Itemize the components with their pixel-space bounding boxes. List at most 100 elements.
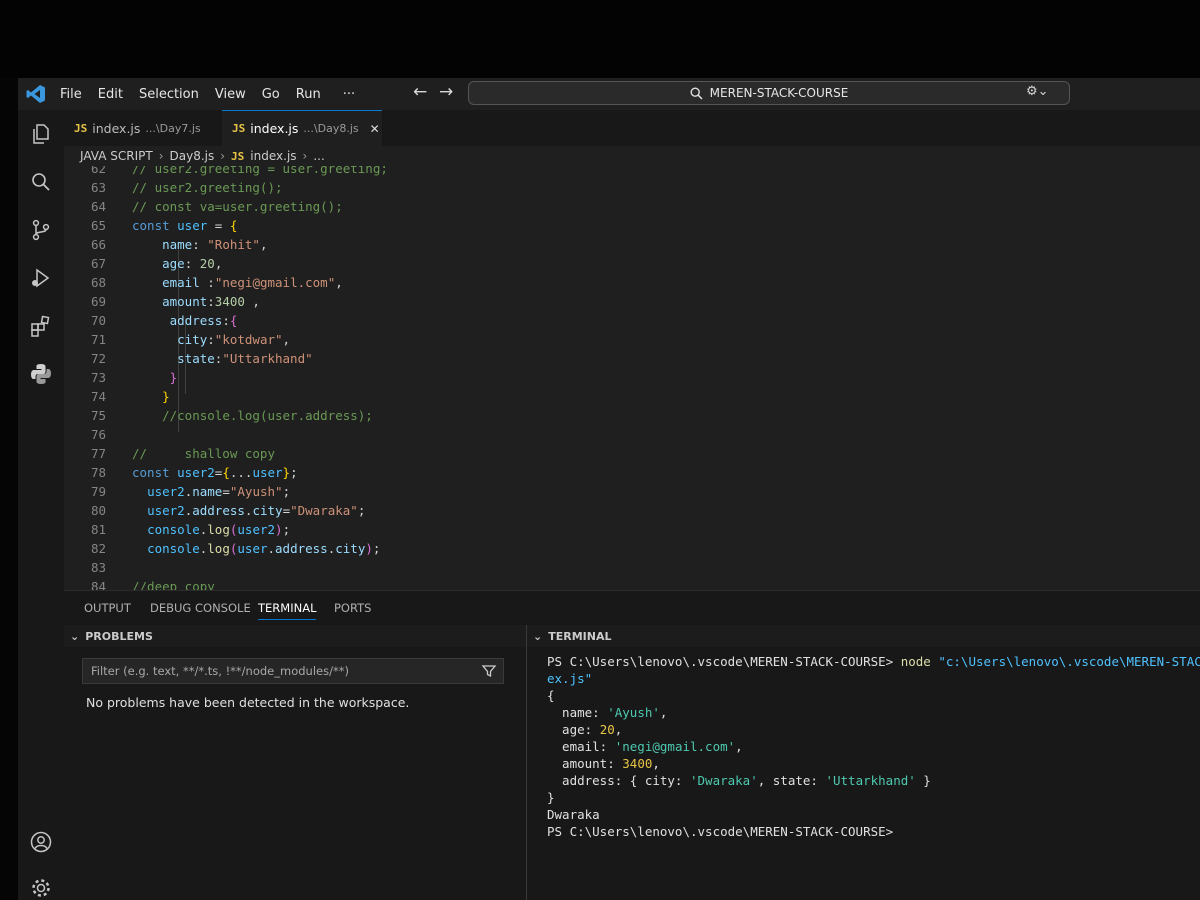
breadcrumb-file[interactable]: index.js [250, 149, 296, 163]
line-number: 63 [90, 180, 106, 195]
code-line[interactable]: 73 } [64, 368, 177, 387]
line-number: 71 [90, 332, 106, 347]
code-token: user [177, 218, 208, 233]
code-token: ; [282, 522, 291, 537]
search-view-icon[interactable] [29, 170, 53, 194]
back-arrow-icon[interactable]: ← [413, 82, 427, 102]
code-line[interactable]: 75 //console.log(user.address); [64, 406, 373, 425]
tab-terminal[interactable]: TERMINAL [258, 601, 317, 620]
terminal-token: age: [547, 722, 600, 737]
python-icon[interactable] [29, 362, 53, 386]
settings-gear-icon[interactable] [29, 876, 53, 900]
filter-icon[interactable] [481, 663, 497, 679]
line-number: 83 [90, 560, 106, 575]
accounts-icon[interactable] [29, 830, 53, 854]
tab-day7-index[interactable]: JS index.js ...\Day7.js [64, 110, 218, 146]
problems-pane: ⌄ PROBLEMS Filter (e.g. text, **/*.ts, !… [64, 625, 526, 900]
code-token: . [184, 503, 193, 518]
menu-selection[interactable]: Selection [139, 87, 199, 102]
code-token: address [169, 313, 223, 328]
terminal-header[interactable]: ⌄ TERMINAL [527, 625, 1200, 647]
code-line[interactable]: 76 [64, 425, 132, 444]
code-token: { [222, 465, 230, 480]
code-line[interactable]: 80 user2. address. city = "Dwaraka"; [64, 501, 365, 520]
code-line[interactable]: 70 address:{ [64, 311, 237, 330]
code-token: } [162, 389, 170, 404]
tab-day8-index[interactable]: JS index.js ...\Day8.js ✕ [222, 110, 382, 146]
code-line[interactable]: 64 // const va=user.greeting(); [64, 197, 343, 216]
code-token: } [169, 370, 178, 385]
breadcrumb-more[interactable]: ... [313, 149, 324, 163]
problems-header[interactable]: ⌄ PROBLEMS [64, 625, 526, 647]
breadcrumb-folder[interactable]: JAVA SCRIPT [80, 149, 153, 163]
line-number: 84 [90, 579, 106, 590]
line-number: 68 [90, 275, 106, 290]
code-token: . [267, 541, 276, 556]
code-line[interactable]: 63 // user2.greeting(); [64, 178, 283, 197]
code-line[interactable]: 77 // shallow copy [64, 444, 275, 463]
breadcrumb-subfolder[interactable]: Day8.js [170, 149, 215, 163]
code-token: . [327, 541, 336, 556]
code-token: , [244, 294, 260, 309]
code-token: { [229, 313, 238, 328]
code-token: "kotdwar" [214, 332, 283, 347]
code-line[interactable]: 66 name: "Rohit", [64, 235, 268, 254]
code-line[interactable]: 83 [64, 558, 132, 577]
forward-arrow-icon[interactable]: → [439, 82, 453, 102]
code-token: "Uttarkhand" [222, 351, 313, 366]
terminal-line: email: 'negi@gmail.com', [547, 739, 743, 756]
terminal-token: PS C:\Users\lenovo\.vscode\MEREN-STACK-C… [547, 824, 894, 839]
code-editor[interactable]: 62 // user2.greeting = user.greeting; 63 //… [64, 166, 1200, 590]
tab-ports[interactable]: PORTS [334, 601, 371, 615]
panel-tab-bar: OUTPUT DEBUG CONSOLE TERMINAL PORTS [64, 590, 1200, 626]
menu-edit[interactable]: Edit [98, 87, 123, 102]
code-token: ( [229, 522, 238, 537]
source-control-icon[interactable] [29, 218, 53, 242]
copilot-icon[interactable]: ⚙⌄ [1026, 84, 1049, 99]
menu-view[interactable]: View [215, 87, 246, 102]
code-token: ; [290, 465, 298, 480]
terminal-pane[interactable]: ⌄ TERMINAL PS C:\Users\lenovo\.vscode\ME… [527, 625, 1200, 900]
code-line[interactable]: 81 console. log(user2); [64, 520, 290, 539]
code-line[interactable]: 67 age: 20, [64, 254, 222, 273]
run-debug-icon[interactable] [29, 266, 53, 290]
menu-more[interactable]: ··· [343, 87, 355, 102]
terminal-token: Dwaraka [547, 807, 600, 822]
code-token: : [184, 256, 200, 271]
terminal-line: amount: 3400, [547, 756, 660, 773]
js-file-icon: JS [231, 149, 245, 163]
code-line[interactable]: 82 console. log(user. address. city); [64, 539, 380, 558]
tab-debug-console[interactable]: DEBUG CONSOLE [150, 601, 251, 615]
line-number: 78 [90, 465, 106, 480]
code-line[interactable]: 74 } [64, 387, 170, 406]
code-line[interactable]: 78 const user2 ={... user}; [64, 463, 298, 482]
vscode-logo-icon [26, 85, 45, 103]
js-file-icon: JS [232, 122, 246, 135]
code-line[interactable]: 84 //deep copy [64, 577, 215, 590]
tab-output[interactable]: OUTPUT [84, 601, 131, 615]
title-bar: File Edit Selection View Go Run ··· ← → … [18, 78, 1200, 110]
terminal-line: ex.js" [547, 671, 592, 688]
command-center-search[interactable]: MEREN-STACK-COURSE [468, 81, 1070, 105]
terminal-token: node [900, 654, 939, 669]
explorer-icon[interactable] [29, 122, 53, 146]
problems-filter-input[interactable]: Filter (e.g. text, **/*.ts, !**/node_mod… [82, 658, 504, 684]
menu-go[interactable]: Go [262, 87, 280, 102]
code-token: state [177, 351, 215, 366]
code-line[interactable]: 79 user2. name = "Ayush"; [64, 482, 290, 501]
terminal-line: PS C:\Users\lenovo\.vscode\MEREN-STACK-C… [547, 654, 1200, 671]
code-token: // const va=user.greeting(); [132, 199, 343, 214]
code-line[interactable]: 72 state: "Uttarkhand" [64, 349, 313, 368]
code-line[interactable]: 65 const user = { [64, 216, 237, 235]
menu-file[interactable]: File [60, 87, 82, 102]
code-line[interactable]: 68 email : "negi@gmail.com", [64, 273, 343, 292]
terminal-line: name: 'Ayush', [547, 705, 667, 722]
menu-run[interactable]: Run [296, 87, 321, 102]
code-line[interactable]: 69 amount:3400 , [64, 292, 260, 311]
extensions-icon[interactable] [29, 314, 53, 338]
code-line[interactable]: 62 // user2.greeting = user.greeting; [64, 166, 388, 178]
editor-tab-bar: JS index.js ...\Day7.js JS index.js ...\… [64, 110, 1200, 147]
close-tab-icon[interactable]: ✕ [370, 122, 380, 136]
code-line[interactable]: 71 city: "kotdwar", [64, 330, 290, 349]
